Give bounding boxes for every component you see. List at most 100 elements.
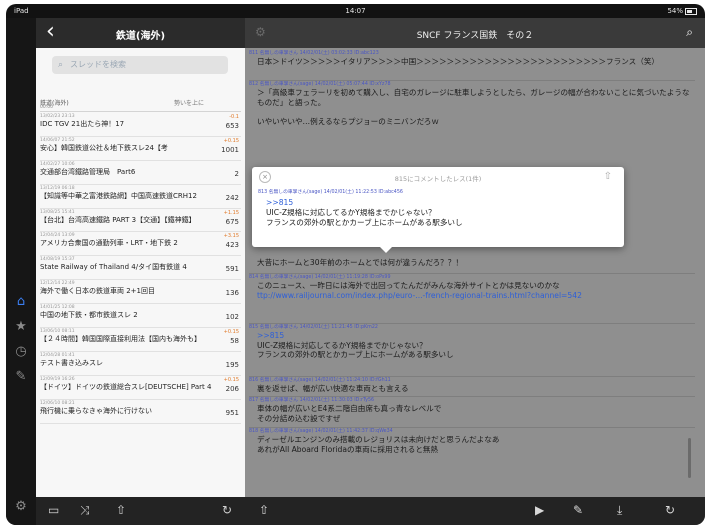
share-icon[interactable]: ⇧	[116, 503, 126, 517]
search-placeholder: スレッドを検索	[70, 60, 126, 69]
post[interactable]: 814 名無しの車掌さん(sage) 14/02/01(土) 11:19:28 …	[245, 275, 697, 300]
thread-count: 136	[225, 289, 239, 298]
status-bar: iPad 14:07 54%	[6, 4, 705, 18]
thread-list-item[interactable]: 12/09/19 16:26 【ドイツ】ドイツの鉄道総合スレ[DEUTSCHE] …	[40, 376, 241, 400]
thread-list-pane: ‹ 鉄道(海外) ⌕ スレッドを検索 鉄道(海外) 勢いを上に 00:00 13…	[36, 18, 245, 525]
thread-list-item[interactable]: 13/12/19 06:18 【知識等中華之富港鉄路網】中国高速鉄道CRH12 24…	[40, 185, 241, 209]
thread-date: 12/04/28 01:41	[40, 352, 75, 358]
thread-title: 中国の地下鉄・都市鉄道スレ 2	[40, 311, 138, 320]
post[interactable]: 811 名無しの車掌さん 14/02/01(土) 03:02:33 ID:abc…	[245, 51, 697, 67]
thread-title: State Railway of Thailand 4/タイ国有鉄道 4	[40, 263, 187, 272]
share-icon[interactable]: ⇧	[604, 171, 612, 182]
thread-list-item[interactable]: 14/06/07 21:52 安心】韓国鉄道公社＆地下鉄スレ24【考 +0.15 10…	[40, 137, 241, 161]
play-icon[interactable]: ▶	[535, 503, 544, 517]
post[interactable]: 815 名無しの車掌さん 14/02/01(土) 11:21:45 ID:pKm…	[245, 325, 697, 360]
thread-list-item[interactable]: 14/02/27 10:06 交通部台湾鐵路管理局 Part6 2	[40, 161, 241, 185]
post-body: 大昔にホームと30年前のホームとでは何が違うんだろ？？！	[257, 258, 463, 267]
sort-button[interactable]: 勢いを上に	[174, 98, 204, 107]
star-icon[interactable]: ★	[12, 318, 30, 336]
thread-list-item[interactable]: 12/12/14 22:49 海外で働く日本の鉄道車両 2+1回目 136	[40, 280, 241, 305]
refresh-icon[interactable]: ↻	[222, 503, 232, 517]
battery-icon	[685, 7, 697, 15]
thread-delta: +0.15	[223, 376, 239, 383]
download-icon[interactable]: ⤓	[617, 503, 622, 518]
divider	[249, 427, 695, 428]
post[interactable]: 818 名無しの車掌さん(sage) 14/02/01(土) 11:42:37 …	[245, 429, 697, 454]
edit-icon[interactable]: ✎	[12, 368, 30, 386]
thread-title: 飛行機に乗らなきゃ海外に行けない	[40, 406, 152, 415]
thread-date: 14/06/07 21:52	[40, 137, 75, 143]
thread-count: 951	[225, 408, 239, 417]
folder-icon[interactable]: ▭	[48, 503, 59, 517]
thread-title: 【２４時間】韓国国際直接利用法【国内も海外も】	[40, 335, 201, 344]
status-battery: 54%	[667, 7, 697, 15]
thread-title: 海外で働く日本の鉄道車両 2+1回目	[40, 287, 155, 296]
thread-title: テスト書き込みスレ	[40, 358, 103, 367]
thread-date: 12/06/10 08:21	[40, 400, 75, 406]
post[interactable]: 817 名無しの車掌さん 14/02/01(土) 11:30:03 ID:rTy…	[245, 398, 697, 423]
list-subheader: 00:00	[40, 105, 53, 110]
thread-count: 58	[230, 337, 239, 346]
thread-list-item[interactable]: 13/02/23 23:13 IDC TGV 21出たら神！17 -0.1 653	[40, 113, 241, 137]
post[interactable]: 812 名無しの車掌さん(sage) 14/02/01(土) 05:07:44 …	[245, 82, 697, 126]
list-header: 鉄道(海外) 勢いを上に 00:00	[40, 97, 241, 112]
thread-count: 1001	[221, 145, 239, 154]
thread-search-input[interactable]: ⌕ スレッドを検索	[52, 56, 228, 74]
post[interactable]: 大昔にホームと30年前のホームとでは何が違うんだろ？？！	[245, 258, 697, 268]
home-icon[interactable]: ⌂	[12, 293, 30, 311]
thread-list-item[interactable]: 12/06/10 08:21 飛行機に乗らなきゃ海外に行けない 951	[40, 400, 241, 424]
thread-date: 13/06/10 08:11	[40, 329, 75, 335]
thread-count: 423	[225, 241, 239, 250]
thread-title: 交通部台湾鐵路管理局 Part6	[40, 167, 136, 176]
thread-delta: -0.1	[229, 114, 239, 120]
thread-list-item[interactable]: 14/08/19 15:37 State Railway of Thailand …	[40, 256, 241, 281]
reply-popup: × 815にコメントしたレス(1件) ⇧ 813 名無しの車掌さん(sage) …	[252, 167, 624, 247]
thread-delta: +0.15	[223, 329, 239, 336]
popup-title: 815にコメントしたレス(1件)	[394, 175, 482, 183]
divider	[249, 80, 695, 81]
post-body: 裏を返せば、幅が広い快適な車両とも言える	[257, 384, 409, 393]
divider	[249, 376, 695, 377]
post-body: 日本＞ドイツ＞＞＞＞＞イタリア＞＞＞＞中国＞＞＞＞＞＞＞＞＞＞＞＞＞＞＞＞＞＞＞…	[257, 57, 660, 66]
refresh-icon[interactable]: ↻	[665, 503, 675, 517]
post-link[interactable]: ttp://www.railjournal.com/index.php/euro…	[245, 291, 697, 301]
thread-list-item[interactable]: 14/01/25 12:08 中国の地下鉄・都市鉄道スレ 2 102	[40, 304, 241, 329]
post-body: ＞「高級車フェラーリを初めて購入し、自宅のガレージに駐車しようとしたら、ガレージ…	[257, 88, 690, 126]
thread-title: 【知識等中華之富港鉄路網】中国高速鉄道CRH12	[40, 191, 197, 200]
thread-list-item[interactable]: 13/06/10 08:11 【２４時間】韓国国際直接利用法【国内も海外も】 +0.…	[40, 328, 241, 352]
popup-caret	[379, 246, 393, 253]
side-rail: ⌂ ★ ◷ ✎ ⚙	[6, 18, 36, 525]
post-body: ディーゼルエンジンのみ搭載のレジョリスは未向けだと思うんだよなあ あれがAll …	[257, 435, 500, 454]
thread-date: 14/08/19 15:37	[40, 257, 75, 263]
thread-list-item[interactable]: 13/08/25 15:41 【台北】台湾高速鐵路 PART 3【交通】【鐵神鐵】…	[40, 209, 241, 233]
thread-date: 12/09/19 16:26	[40, 376, 75, 382]
thread-date: 12/04/24 13:09	[40, 233, 75, 239]
thread-view: ⚙ SNCF フランス国鉄 その２ ⌕ 811 名無しの車掌さん 14/02/0…	[245, 18, 705, 525]
post[interactable]: 816 名無しの車掌さん(sage) 14/02/01(土) 11:24:10 …	[245, 378, 697, 394]
post-body: UIC-Z規格に対応してるかY規格までかじゃない？ フランスの郊外の駅とかカーブ…	[257, 340, 454, 360]
scrollbar[interactable]	[688, 438, 691, 478]
thread-list: 13/02/23 23:13 IDC TGV 21出たら神！17 -0.1 653 14…	[40, 113, 241, 424]
settings-icon[interactable]: ⚙	[12, 498, 30, 516]
compose-icon[interactable]: ✎	[573, 503, 583, 517]
thread-list-item[interactable]: 12/04/24 13:09 アメリカ合衆国の通勤列車・LRT・地下鉄 2 +3.1…	[40, 232, 241, 257]
share-icon[interactable]: ⇧	[259, 503, 269, 517]
reply-anchor[interactable]: >>815	[245, 331, 697, 341]
thread-count: 195	[225, 360, 239, 369]
popup-post-body: UIC-Z規格に対応してるかY規格までかじゃない？ フランスの郊外の駅とかカーブ…	[266, 208, 463, 227]
thread-date: 14/02/27 10:06	[40, 161, 75, 167]
divider	[249, 273, 695, 274]
search-icon[interactable]: ⌕	[686, 25, 693, 40]
thread-title: 【ドイツ】ドイツの鉄道総合スレ[DEUTSCHE] Part 4	[40, 382, 212, 391]
popup-reply-anchor[interactable]: >>815	[266, 198, 293, 207]
search-icon: ⌕	[58, 60, 64, 70]
thread-delta: +3.15	[223, 233, 239, 240]
thread-list-item[interactable]: 12/04/28 01:41 テスト書き込みスレ 195	[40, 352, 241, 376]
thread-count: 242	[225, 193, 239, 202]
thread-list-toolbar: ▭ ⤨ ⇧ ↻	[36, 497, 245, 525]
thread-header: ⚙ SNCF フランス国鉄 その２ ⌕	[245, 18, 705, 48]
shuffle-icon[interactable]: ⤨	[80, 503, 90, 518]
board-title: 鉄道(海外)	[115, 31, 166, 42]
thread-title: 安心】韓国鉄道公社＆地下鉄スレ24【考	[40, 143, 168, 152]
history-icon[interactable]: ◷	[12, 343, 30, 361]
